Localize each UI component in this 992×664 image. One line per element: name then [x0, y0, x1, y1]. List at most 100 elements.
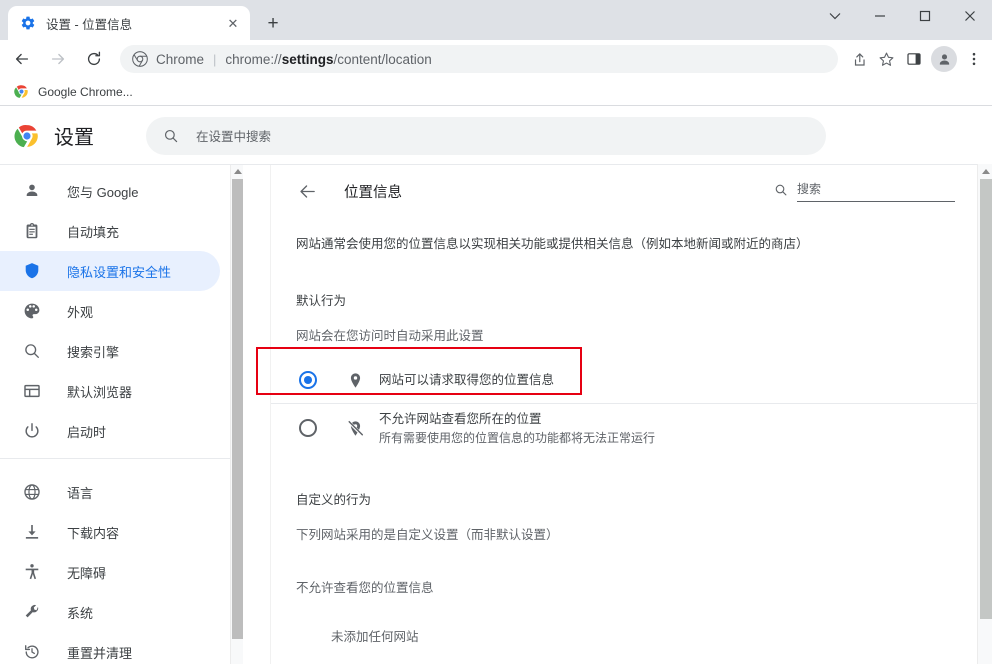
address-bar[interactable]: Chrome | chrome://settings/content/locat…	[120, 45, 838, 73]
sidebar-item-you-and-google[interactable]: 您与 Google	[0, 171, 220, 211]
settings-header: 设置 在设置中搜索	[0, 107, 992, 164]
sidebar-item-label: 无障碍	[67, 565, 107, 581]
settings-search-placeholder: 在设置中搜索	[196, 130, 272, 144]
sidebar-item-languages[interactable]: 语言	[0, 472, 220, 512]
page-scrollbar-thumb[interactable]	[980, 179, 992, 619]
omnibox-scheme-label: Chrome	[156, 51, 205, 67]
sidebar-item-privacy-security[interactable]: 隐私设置和安全性	[0, 251, 220, 291]
sidebar-item-downloads[interactable]: 下载内容	[0, 512, 220, 552]
sidebar-item-default-browser[interactable]: 默认浏览器	[0, 371, 220, 411]
chrome-logo-icon	[14, 84, 30, 100]
content-gutter	[243, 165, 271, 664]
sidebar-item-accessibility[interactable]: 无障碍	[0, 552, 220, 592]
tab-title: 设置 - 位置信息	[46, 17, 133, 32]
settings-content: 位置信息 搜索 网站通常会使用您的位置信息以实现相关功能或提供相关信息（例如本地…	[271, 165, 977, 664]
custom-behavior-heading: 自定义的行为	[296, 492, 372, 507]
wrench-icon	[22, 602, 42, 622]
blocked-section-label: 不允许查看您的位置信息	[296, 580, 434, 595]
minimize-icon[interactable]	[857, 0, 902, 32]
radio-option-texts: 网站可以请求取得您的位置信息	[379, 371, 554, 389]
settings-sidebar: 您与 Google 自动填充 隐私设置和安全性 外观 搜索引擎 默认浏览器 启动…	[0, 165, 232, 664]
url-bold-segment: settings	[281, 51, 334, 67]
bookmark-label: Google Chrome...	[38, 84, 133, 99]
maximize-icon[interactable]	[902, 0, 947, 32]
sidebar-item-label: 隐私设置和安全性	[67, 264, 172, 280]
radio-option-texts: 不允许网站查看您所在的位置 所有需要使用您的位置信息的功能都将无法正常运行	[379, 410, 655, 447]
sidebar-item-search-engine[interactable]: 搜索引擎	[0, 331, 220, 371]
sidebar-scrollbar-thumb[interactable]	[232, 179, 243, 639]
radio-button[interactable]	[299, 419, 317, 438]
radio-button[interactable]	[299, 371, 317, 390]
accessibility-icon	[22, 562, 42, 582]
chrome-logo-icon	[14, 123, 40, 149]
settings-search-input[interactable]: 在设置中搜索	[146, 116, 826, 155]
sidebar-item-label: 重置并清理	[67, 645, 133, 661]
scroll-up-arrow-icon[interactable]	[978, 164, 992, 178]
sidebar-item-autofill[interactable]: 自动填充	[0, 211, 220, 251]
tab-strip: 设置 - 位置信息 ✕ +	[0, 0, 992, 40]
browser-toolbar: Chrome | chrome://settings/content/locat…	[0, 40, 992, 78]
back-icon[interactable]	[8, 45, 36, 73]
default-behavior-heading: 默认行为	[296, 293, 347, 308]
shield-icon	[22, 261, 42, 281]
tab-search-icon[interactable]	[812, 0, 857, 32]
sidebar-item-label: 默认浏览器	[67, 384, 133, 400]
sidebar-item-label: 搜索引擎	[67, 344, 120, 360]
forward-icon[interactable]	[44, 45, 72, 73]
browser-tab[interactable]: 设置 - 位置信息 ✕	[8, 6, 250, 40]
default-behavior-options: 网站可以请求取得您的位置信息 不允许网站查看您所在的位置 所有需要使用您的位置信…	[271, 358, 977, 453]
search-icon	[773, 182, 789, 198]
side-panel-icon[interactable]	[900, 45, 928, 73]
custom-behavior-subheading: 下列网站采用的是自定义设置（而非默认设置）	[296, 527, 559, 542]
sidebar-item-label: 自动填充	[67, 224, 120, 240]
new-tab-button[interactable]: +	[259, 9, 287, 37]
sidebar-item-system[interactable]: 系统	[0, 592, 220, 632]
search-icon	[22, 341, 42, 361]
sidebar-scrollbar[interactable]	[230, 165, 243, 664]
sidebar-item-reset-cleanup[interactable]: 重置并清理	[0, 632, 220, 664]
gear-icon	[20, 15, 36, 31]
three-dot-menu-icon[interactable]	[960, 45, 988, 73]
reload-icon[interactable]	[80, 45, 108, 73]
power-icon	[22, 421, 42, 441]
palette-icon	[22, 301, 42, 321]
close-icon[interactable]: ✕	[224, 14, 242, 32]
profile-avatar-icon[interactable]	[931, 46, 957, 72]
globe-icon	[22, 482, 42, 502]
radio-option-title: 不允许网站查看您所在的位置	[379, 411, 542, 426]
star-icon[interactable]	[872, 45, 900, 73]
omnibox-url: chrome://settings/content/location	[225, 52, 431, 67]
subpage-header: 位置信息 搜索	[271, 165, 977, 217]
share-icon[interactable]	[844, 45, 872, 73]
sidebar-group-secondary: 语言 下载内容 无障碍 系统 重置并清理	[0, 466, 232, 664]
page-title: 设置	[54, 127, 94, 149]
sidebar-group-primary: 您与 Google 自动填充 隐私设置和安全性 外观 搜索引擎 默认浏览器 启动…	[0, 165, 232, 451]
bookmarks-bar: Google Chrome...	[0, 78, 992, 106]
location-pin-off-icon	[345, 418, 365, 438]
clipboard-icon	[22, 221, 42, 241]
content-search[interactable]: 搜索	[773, 180, 955, 202]
close-window-icon[interactable]	[947, 0, 992, 32]
sidebar-item-appearance[interactable]: 外观	[0, 291, 220, 331]
blocked-empty-message: 未添加任何网站	[331, 629, 419, 644]
chrome-logo-icon	[132, 51, 148, 67]
person-icon	[22, 181, 42, 201]
sidebar-item-on-startup[interactable]: 启动时	[0, 411, 220, 451]
toolbar-actions	[844, 45, 992, 73]
bookmark-item[interactable]: Google Chrome...	[8, 81, 139, 103]
content-search-input[interactable]: 搜索	[797, 180, 955, 202]
search-icon	[162, 127, 180, 145]
back-arrow-icon[interactable]	[296, 180, 318, 202]
radio-option-allow-location[interactable]: 网站可以请求取得您的位置信息	[271, 358, 977, 404]
browser-window-icon	[22, 381, 42, 401]
history-restore-icon	[22, 642, 42, 662]
content-search-placeholder: 搜索	[797, 182, 822, 196]
sidebar-item-label: 启动时	[67, 424, 107, 440]
page-scrollbar[interactable]	[977, 164, 992, 664]
radio-option-block-location[interactable]: 不允许网站查看您所在的位置 所有需要使用您的位置信息的功能都将无法正常运行	[271, 404, 977, 453]
sidebar-item-label: 系统	[67, 605, 94, 621]
sidebar-item-label: 外观	[67, 304, 94, 320]
sidebar-divider	[0, 458, 232, 459]
settings-body: 您与 Google 自动填充 隐私设置和安全性 外观 搜索引擎 默认浏览器 启动…	[0, 164, 992, 664]
url-prefix: chrome://	[225, 51, 282, 67]
